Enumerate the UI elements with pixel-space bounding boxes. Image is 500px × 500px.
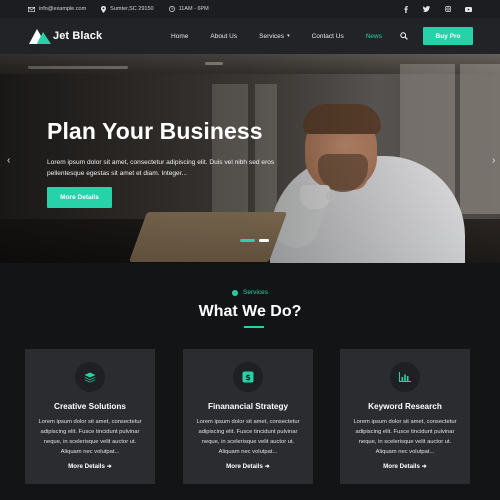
search-icon[interactable] <box>400 32 408 40</box>
location-text: Sumter,SC 29150 <box>110 6 154 12</box>
service-card-keyword: Keyword Research Lorem ipsum dolor sit a… <box>340 349 470 484</box>
nav-label: Services <box>259 32 285 40</box>
card-title: Finanancial Strategy <box>207 402 289 411</box>
nav-label: Home <box>171 32 189 40</box>
arrow-right-icon: ➜ <box>106 463 112 470</box>
card-title: Keyword Research <box>368 402 442 411</box>
logo[interactable]: Jet Black <box>29 28 102 44</box>
card-more-details-link[interactable]: More Details ➜ <box>25 463 155 470</box>
envelope-icon <box>28 6 35 12</box>
social-links <box>402 5 472 13</box>
arrow-right-icon: ➜ <box>264 463 270 470</box>
card-text: Lorem ipsum dolor sit amet, consectetur … <box>353 419 457 455</box>
card-more-details-link[interactable]: More Details ➜ <box>340 463 470 470</box>
nav-item-home[interactable]: Home <box>171 33 188 40</box>
bar-chart-icon <box>390 362 420 392</box>
slider-next-icon[interactable]: › <box>492 155 495 166</box>
card-title: Creative Solutions <box>54 402 126 411</box>
link-label: More Details <box>383 463 420 470</box>
services-eyebrow: › Services <box>0 289 500 296</box>
hero-description: Lorem ipsum dolor sit amet, consectetur … <box>47 159 275 177</box>
nav-item-contact[interactable]: Contact Us <box>312 33 344 40</box>
youtube-icon[interactable] <box>465 6 472 13</box>
logo-text: Jet Black <box>53 30 103 42</box>
card-text: Lorem ipsum dolor sit amet, consectetur … <box>196 419 300 455</box>
buy-pro-button[interactable]: Buy Pro <box>423 27 473 45</box>
top-bar: info@example.com Sumter,SC 29150 11AM - … <box>0 0 500 18</box>
chevron-right-icon: › <box>232 289 239 296</box>
hero-title: Plan Your Business <box>47 118 263 144</box>
link-label: More Details <box>226 463 263 470</box>
clock-icon <box>168 6 175 12</box>
logo-mark-icon <box>29 29 51 44</box>
nav-item-about[interactable]: About Us <box>210 33 237 40</box>
nav-label: News <box>365 32 382 40</box>
chevron-down-icon: ▾ <box>287 33 290 39</box>
hours-info: 11AM - 6PM <box>168 6 209 12</box>
hero-more-details-button[interactable]: More Details <box>47 187 112 208</box>
nav-label: About Us <box>210 32 238 40</box>
section-title: What We Do? <box>198 303 302 320</box>
email-info[interactable]: info@example.com <box>28 6 86 12</box>
link-label: More Details <box>68 463 105 470</box>
email-text: info@example.com <box>39 6 87 12</box>
main-header: Jet Black Home About Us Services ▾ Contac… <box>0 18 500 54</box>
facebook-icon[interactable] <box>402 5 409 13</box>
slider-dot[interactable] <box>259 239 269 242</box>
slider-dot-active[interactable] <box>240 239 255 242</box>
service-card-creative: Creative Solutions Lorem ipsum dolor sit… <box>25 349 155 484</box>
layers-icon <box>75 362 105 392</box>
title-underline <box>244 326 264 328</box>
twitter-icon[interactable] <box>423 6 430 13</box>
svg-text:$: $ <box>245 373 251 382</box>
location-info: Sumter,SC 29150 <box>101 5 154 13</box>
nav-label: Contact Us <box>311 32 344 40</box>
card-more-details-link[interactable]: More Details ➜ <box>183 463 313 470</box>
map-pin-icon <box>101 5 107 13</box>
service-card-financial: $ Finanancial Strategy Lorem ipsum dolor… <box>183 349 313 484</box>
main-nav: Home About Us Services ▾ Contact Us News … <box>149 27 473 45</box>
slider-dots <box>240 239 269 242</box>
hours-text: 11AM - 6PM <box>178 6 209 12</box>
slider-prev-icon[interactable]: ‹ <box>7 155 10 166</box>
nav-item-services[interactable]: Services ▾ <box>259 33 289 40</box>
instagram-icon[interactable] <box>444 6 451 13</box>
eyebrow-label: Services <box>243 289 268 296</box>
arrow-right-icon: ➜ <box>421 463 427 470</box>
nav-item-news[interactable]: News <box>366 33 382 40</box>
dollar-icon: $ <box>233 362 263 392</box>
hero-content: Plan Your Business Lorem ipsum dolor sit… <box>47 118 307 179</box>
card-text: Lorem ipsum dolor sit amet, consectetur … <box>38 419 142 455</box>
